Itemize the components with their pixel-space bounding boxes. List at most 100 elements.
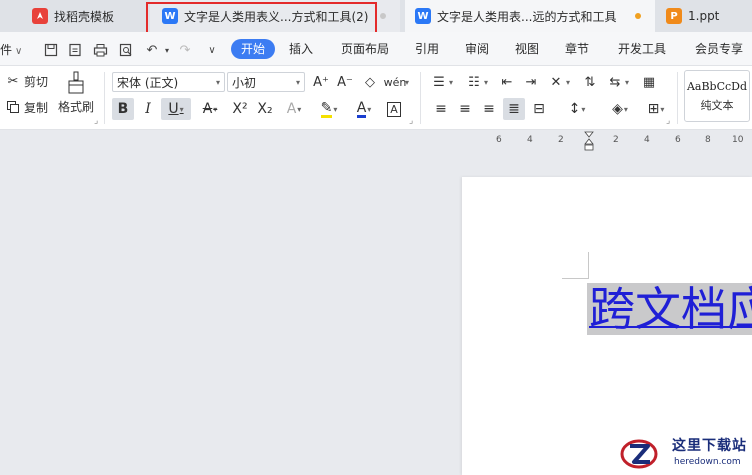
dialog-launcher-icon[interactable]: ⌟	[409, 116, 413, 126]
superscript-button[interactable]: X²	[229, 98, 251, 120]
site-watermark: 这里下载站 heredown.com	[620, 432, 752, 475]
export-pdf-icon[interactable]	[66, 41, 84, 59]
font-grow-icon: A⁺	[313, 74, 329, 90]
tab-label: 找稻壳模板	[54, 9, 115, 24]
document-page[interactable]: 跨文档应	[462, 177, 752, 475]
chinese-layout-button[interactable]: ✕ ▾	[547, 73, 570, 91]
font-color-button[interactable]: A ▾	[349, 98, 379, 120]
italic-button[interactable]: I	[137, 98, 159, 120]
grow-font-button[interactable]: A⁺	[312, 73, 330, 91]
indent-marker-icon[interactable]	[584, 131, 594, 151]
decrease-indent-button[interactable]: ⇤	[498, 73, 516, 91]
phonetic-guide-button[interactable]: wén ▾	[384, 73, 409, 91]
chevron-down-icon: ▾	[213, 104, 218, 114]
tab-review[interactable]: 审阅	[465, 40, 489, 57]
format-painter-button[interactable]: 格式刷	[58, 70, 94, 115]
tab-chapter[interactable]: 章节	[565, 40, 589, 57]
bullet-list-icon: ☰	[433, 74, 445, 90]
bold-button[interactable]: B	[112, 98, 134, 120]
daoke-icon	[32, 8, 48, 24]
tab-ppt[interactable]: P 1.ppt	[656, 0, 752, 32]
watermark-logo-icon	[620, 439, 658, 469]
font-size-select[interactable]: 小初 ▾	[227, 72, 305, 92]
subscript-button[interactable]: X₂	[254, 98, 276, 120]
horizontal-ruler[interactable]: 6 4 2 2 4 6 8 10	[0, 130, 752, 152]
align-center-button[interactable]: ≡	[454, 98, 476, 120]
tab-home[interactable]: 开始	[231, 39, 276, 59]
copy-label: 复制	[24, 100, 49, 115]
print-icon[interactable]	[91, 41, 109, 59]
show-marks-button[interactable]: ▦	[640, 73, 658, 91]
ruler-tick: 6	[496, 135, 502, 145]
character-border-button[interactable]: A	[383, 98, 405, 120]
distributed-button[interactable]: ⊟	[528, 98, 550, 120]
tab-daoke-templates[interactable]: 找稻壳模板	[24, 0, 144, 32]
undo-dropdown-icon[interactable]: ▾	[158, 41, 176, 59]
redo-icon[interactable]: ↷	[176, 41, 194, 59]
chevron-down-icon: ▾	[484, 77, 489, 87]
tab-document-active[interactable]: W 文字是人类用表...远的方式和工具	[405, 0, 655, 32]
font-name-select[interactable]: 宋体 (正文) ▾	[112, 72, 225, 92]
border-grid-icon: ⊞	[647, 101, 660, 117]
save-icon[interactable]	[42, 41, 60, 59]
strikethrough-button[interactable]: A ▾	[196, 98, 224, 120]
tab-developer[interactable]: 开发工具	[618, 40, 666, 57]
cut-button[interactable]: ✂ 剪切	[4, 72, 48, 90]
chinese-layout-icon: ✕	[550, 74, 562, 90]
chevron-down-icon: ▾	[333, 104, 338, 114]
chevron-down-icon: ▾	[367, 104, 372, 114]
font-color-icon: A	[356, 99, 367, 118]
indent-icon: ⇥	[525, 74, 537, 90]
sort-button[interactable]: ⇅	[581, 73, 599, 91]
tab-page-layout[interactable]: 页面布局	[341, 40, 389, 57]
chevron-down-icon: ▾	[297, 104, 302, 114]
font-shrink-icon: A⁻	[337, 74, 353, 90]
increase-indent-button[interactable]: ⇥	[522, 73, 540, 91]
line-spacing-button[interactable]: ↕ ▾	[562, 98, 592, 120]
tab-insert[interactable]: 插入	[289, 40, 313, 57]
tab-references[interactable]: 引用	[415, 40, 439, 57]
numbering-button[interactable]: ☷ ▾	[465, 73, 488, 91]
separator	[420, 72, 421, 124]
justify-button[interactable]: ≣	[503, 98, 525, 120]
document-workspace[interactable]: 跨文档应	[0, 152, 752, 475]
tab-document-2[interactable]: W 文字是人类用表义...方式和工具(2)	[150, 0, 400, 32]
quick-access-more-icon[interactable]: ∨	[203, 41, 221, 59]
shrink-font-button[interactable]: A⁻	[336, 73, 354, 91]
print-preview-icon[interactable]	[117, 41, 135, 59]
ruler-tick: 8	[705, 135, 711, 145]
tab-view[interactable]: 视图	[515, 40, 539, 57]
underline-button[interactable]: U ▾	[161, 98, 191, 120]
bullets-button[interactable]: ☰ ▾	[430, 73, 453, 91]
chevron-down-icon: ▾	[581, 104, 586, 114]
tab-label: 1.ppt	[688, 9, 720, 23]
wps-presentation-icon: P	[666, 8, 682, 24]
text-effect-button[interactable]: A ▾	[280, 98, 308, 120]
file-menu[interactable]: 件 ∨	[0, 41, 22, 58]
outdent-icon: ⇤	[501, 74, 513, 90]
selected-document-text[interactable]: 跨文档应	[587, 283, 752, 335]
tab-unsaved-dot	[380, 13, 386, 19]
text-direction-button[interactable]: ⇆ ▾	[606, 73, 629, 91]
margin-corner-guide	[588, 252, 589, 279]
style-plain-text[interactable]: AaBbCcDd 纯文本	[684, 70, 750, 122]
separator	[677, 72, 678, 124]
clear-format-button[interactable]: ◇	[361, 73, 379, 91]
align-left-button[interactable]: ≡	[430, 98, 452, 120]
ruler-tick: 4	[527, 135, 533, 145]
shading-button[interactable]: ◈ ▾	[605, 98, 635, 120]
align-right-button[interactable]: ≡	[478, 98, 500, 120]
copy-button[interactable]: 复制	[4, 98, 48, 116]
style-name-label: 纯文本	[700, 98, 734, 112]
dialog-launcher-icon[interactable]: ⌟	[94, 116, 98, 126]
file-menu-label: 件	[0, 43, 13, 57]
dialog-launcher-icon[interactable]: ⌟	[666, 116, 670, 126]
paint-bucket-icon: ◈	[612, 101, 623, 117]
highlight-button[interactable]: ✎ ▾	[314, 98, 344, 120]
tab-member[interactable]: 会员专享	[695, 40, 743, 57]
ruler-tick: 4	[644, 135, 650, 145]
chevron-down-icon: ▾	[623, 104, 628, 114]
chevron-down-icon: ▾	[660, 104, 665, 114]
eraser-icon: ◇	[365, 74, 375, 90]
style-sample-text: AaBbCcDd	[686, 79, 748, 93]
